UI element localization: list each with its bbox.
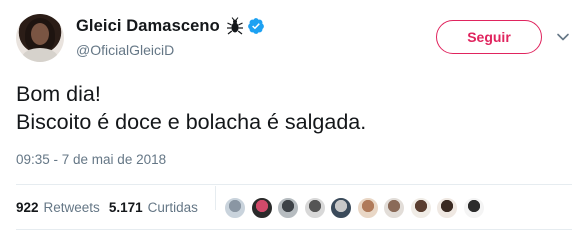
follow-button[interactable]: Seguir [436,20,542,54]
retweets-count[interactable]: 922 [16,200,39,215]
liker-avatar-3[interactable] [277,197,299,219]
liker-avatar-5[interactable] [330,197,352,219]
author-avatar[interactable] [16,14,64,62]
chevron-down-icon[interactable] [556,30,570,44]
verified-icon [247,17,265,35]
liker-avatar-10[interactable] [462,197,485,219]
liker-avatar-4[interactable] [303,197,326,219]
divider-bottom [16,229,572,230]
retweets-label[interactable]: Retweets [44,200,100,215]
tweet-stats: 922 Retweets 5.171 Curtidas [16,200,198,215]
liker-avatar-1[interactable] [224,197,246,219]
bug-icon [226,17,244,35]
likes-label[interactable]: Curtidas [148,200,198,215]
stats-separator [215,186,216,210]
tweet-header: Gleici Damasceno @OficialGleiciD Seguir [16,12,572,64]
tweet-timestamp[interactable]: 09:35 - 7 de mai de 2018 [16,152,166,167]
author-display-name[interactable]: Gleici Damasceno [76,17,220,36]
avatar-shirt [22,48,58,62]
liker-avatar-6[interactable] [356,197,379,219]
liker-avatar-2[interactable] [250,197,273,219]
likes-count[interactable]: 5.171 [109,200,143,215]
tweet-text: Bom dia! Biscoito é doce e bolacha é sal… [16,82,367,134]
liker-avatar-8[interactable] [409,197,432,219]
liker-avatar-7[interactable] [383,197,405,219]
liker-avatar-9[interactable] [436,197,458,219]
author-name-row: Gleici Damasceno [76,14,265,38]
avatar-face [31,23,49,45]
divider-top [16,184,572,185]
author-handle[interactable]: @OficialGleiciD [76,42,174,58]
